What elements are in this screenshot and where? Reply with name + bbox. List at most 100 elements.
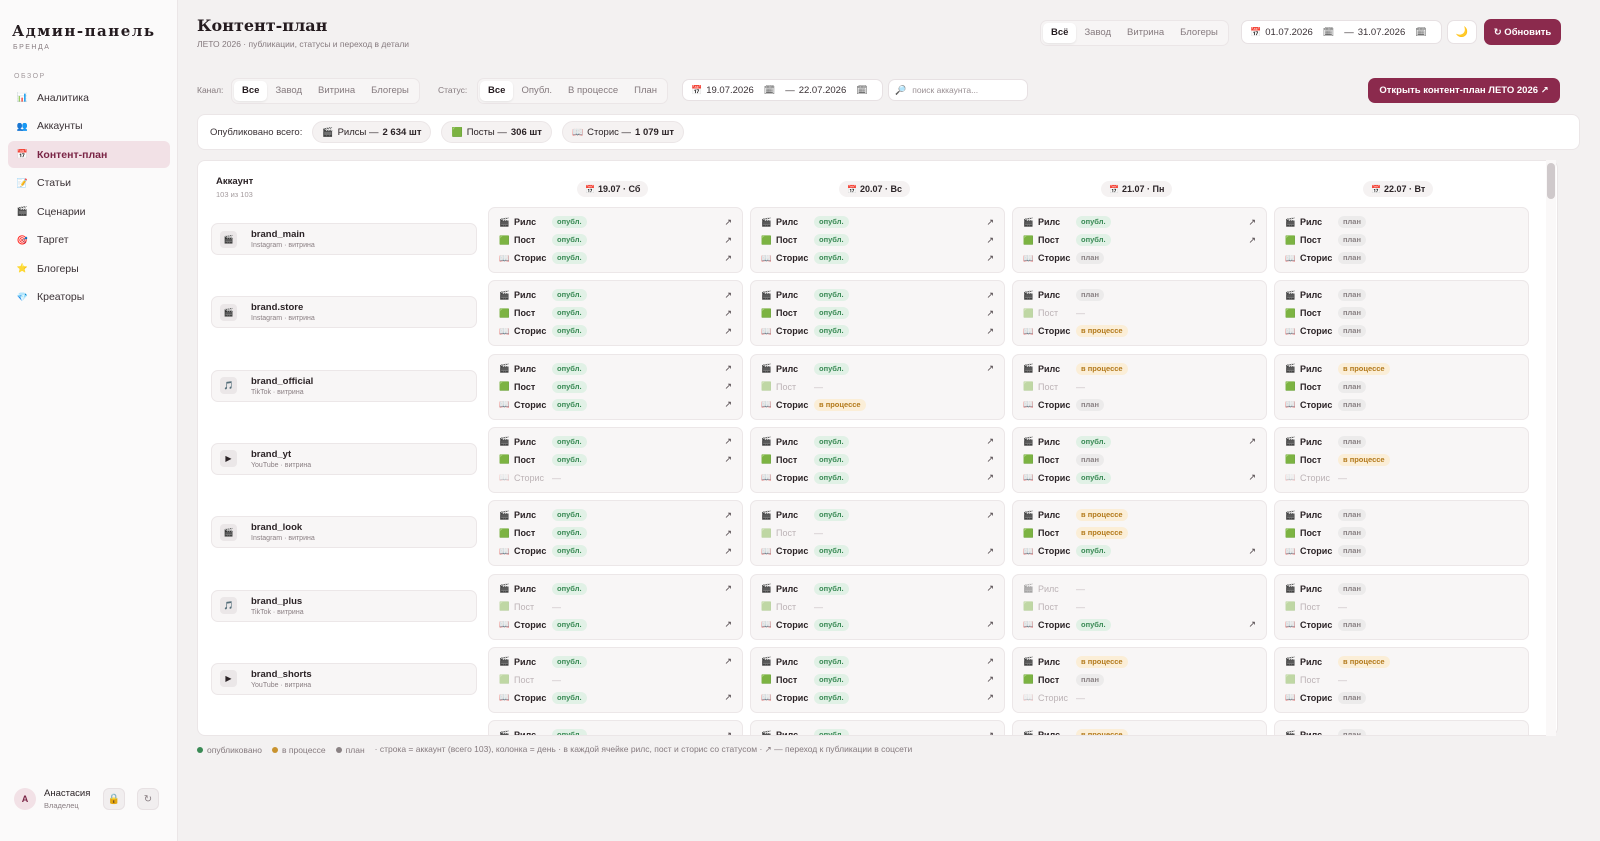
cell-line-Пост[interactable]: 🟩 Пост план: [1285, 231, 1520, 249]
external-link-icon[interactable]: ↗: [724, 692, 732, 703]
cell-line-Сторис[interactable]: 📖 Сторис опубл. ↗: [499, 542, 734, 560]
external-link-icon[interactable]: ↗: [986, 674, 994, 685]
external-link-icon[interactable]: ↗: [986, 510, 994, 521]
cell-line-Рилс[interactable]: 🎬 Рилс в процессе: [1023, 653, 1258, 671]
external-link-icon[interactable]: ↗: [986, 546, 994, 557]
cell-line-Сторис[interactable]: 📖 Сторис план: [1285, 616, 1520, 634]
external-link-icon[interactable]: ↗: [986, 253, 994, 264]
date-picker-icon[interactable]: 🗓: [1323, 27, 1334, 38]
scroll-track[interactable]: [1546, 160, 1556, 736]
cell-line-Рилс[interactable]: 🎬 Рилс опубл. ↗: [499, 286, 734, 304]
cell-line-Сторис[interactable]: 📖 Сторис опубл. ↗: [499, 249, 734, 267]
cell-line-Рилс[interactable]: 🎬 Рилс опубл. ↗: [1023, 213, 1258, 231]
cell-line-Рилс[interactable]: 🎬 Рилс опубл. ↗: [499, 360, 734, 378]
scope-tab-2[interactable]: Витрина: [1119, 23, 1172, 43]
search-input[interactable]: 🔎 поиск аккаунта...: [888, 79, 1028, 101]
external-link-icon[interactable]: ↗: [724, 326, 732, 337]
account-card[interactable]: 🎵 brand_official TikTok · витрина: [211, 369, 477, 402]
sidebar-item-scenarios[interactable]: 🎬 Сценарии: [8, 198, 170, 225]
external-link-icon[interactable]: ↗: [724, 363, 732, 374]
external-link-icon[interactable]: ↗: [724, 619, 732, 630]
external-link-icon[interactable]: ↗: [986, 656, 994, 667]
cell-line-Рилс[interactable]: 🎬 Рилс план: [1023, 286, 1258, 304]
cell-line-Рилс[interactable]: 🎬 Рилс план: [1285, 726, 1520, 735]
filter-date-from[interactable]: 19.07.2026: [706, 85, 754, 96]
cell-line-Рилс[interactable]: 🎬 Рилс в процессе: [1023, 360, 1258, 378]
external-link-icon[interactable]: ↗: [986, 583, 994, 594]
external-link-icon[interactable]: ↗: [724, 253, 732, 264]
date-picker-icon[interactable]: 🗓: [764, 85, 775, 96]
external-link-icon[interactable]: ↗: [986, 308, 994, 319]
external-link-icon[interactable]: ↗: [724, 528, 732, 539]
cell-line-Пост[interactable]: 🟩 Пост в процессе: [1023, 524, 1258, 542]
cell-line-Пост[interactable]: 🟩 Пост опубл. ↗: [761, 451, 996, 469]
external-link-icon[interactable]: ↗: [1248, 235, 1256, 246]
cell-line-Сторис[interactable]: 📖 Сторис опубл. ↗: [499, 396, 734, 414]
external-link-icon[interactable]: ↗: [986, 730, 994, 735]
cell-line-Рилс[interactable]: 🎬 Рилс опубл. ↗: [499, 506, 734, 524]
open-content-plan-button[interactable]: Открыть контент-план ЛЕТО 2026 ↗: [1368, 78, 1560, 103]
external-link-icon[interactable]: ↗: [724, 546, 732, 557]
external-link-icon[interactable]: ↗: [986, 454, 994, 465]
external-link-icon[interactable]: ↗: [724, 436, 732, 447]
header-date-to[interactable]: 31.07.2026: [1358, 27, 1406, 38]
sidebar-item-articles[interactable]: 📝 Статьи: [8, 170, 170, 197]
cell-line-Пост[interactable]: 🟩 Пост опубл. ↗: [499, 231, 734, 249]
external-link-icon[interactable]: ↗: [724, 381, 732, 392]
external-link-icon[interactable]: ↗: [724, 290, 732, 301]
refresh-button[interactable]: ↻ Обновить: [1484, 19, 1561, 45]
channel-tab-1[interactable]: Завод: [267, 81, 310, 101]
status-tab-2[interactable]: В процессе: [560, 81, 626, 101]
cell-line-Пост[interactable]: 🟩 Пост опубл. ↗: [499, 378, 734, 396]
cell-line-Пост[interactable]: 🟩 Пост опубл. ↗: [499, 524, 734, 542]
external-link-icon[interactable]: ↗: [1248, 619, 1256, 630]
cell-line-Сторис[interactable]: 📖 Сторис опубл. ↗: [761, 469, 996, 487]
account-card[interactable]: 🎬 brand_main Instagram · витрина: [211, 223, 477, 255]
external-link-icon[interactable]: ↗: [986, 363, 994, 374]
sidebar-item-target[interactable]: 🎯 Таргет: [8, 227, 170, 254]
external-link-icon[interactable]: ↗: [986, 472, 994, 483]
cell-line-Рилс[interactable]: 🎬 Рилс опубл. ↗: [499, 653, 734, 671]
external-link-icon[interactable]: ↗: [724, 510, 732, 521]
channel-tab-2[interactable]: Витрина: [310, 81, 363, 101]
status-tab-3[interactable]: План: [626, 81, 665, 101]
cell-line-Сторис[interactable]: 📖 Сторис план: [1023, 396, 1258, 414]
external-link-icon[interactable]: ↗: [724, 583, 732, 594]
cell-line-Сторис[interactable]: 📖 Сторис план: [1285, 249, 1520, 267]
cell-line-Рилс[interactable]: 🎬 Рилс опубл. ↗: [761, 726, 996, 735]
external-link-icon[interactable]: ↗: [724, 730, 732, 735]
cell-line-Пост[interactable]: 🟩 Пост в процессе: [1285, 451, 1520, 469]
cell-line-Сторис[interactable]: 📖 Сторис план: [1285, 689, 1520, 707]
external-link-icon[interactable]: ↗: [724, 656, 732, 667]
status-tab-0[interactable]: Все: [480, 81, 514, 101]
date-picker-icon[interactable]: 🗓: [1415, 27, 1426, 38]
scope-tab-1[interactable]: Завод: [1076, 23, 1119, 43]
external-link-icon[interactable]: ↗: [986, 217, 994, 228]
channel-tab-3[interactable]: Блогеры: [363, 81, 417, 101]
cell-line-Рилс[interactable]: 🎬 Рилс опубл. ↗: [761, 506, 996, 524]
sidebar-item-accounts[interactable]: 👥 Аккаунты: [8, 113, 170, 140]
theme-toggle-icon[interactable]: 🌙: [1447, 20, 1477, 44]
cell-line-Рилс[interactable]: 🎬 Рилс опубл. ↗: [761, 360, 996, 378]
cell-line-Рилс[interactable]: 🎬 Рилс в процессе: [1285, 653, 1520, 671]
logout-icon[interactable]: ↻: [137, 788, 159, 810]
cell-line-Рилс[interactable]: 🎬 Рилс в процессе: [1285, 360, 1520, 378]
cell-line-Сторис[interactable]: 📖 Сторис в процессе: [1023, 322, 1258, 340]
cell-line-Сторис[interactable]: 📖 Сторис опубл. ↗: [761, 249, 996, 267]
external-link-icon[interactable]: ↗: [724, 217, 732, 228]
cell-line-Рилс[interactable]: 🎬 Рилс опубл. ↗: [499, 433, 734, 451]
header-date-range[interactable]: 📅 01.07.2026 🗓 — 31.07.2026 🗓: [1241, 20, 1442, 44]
cell-line-Рилс[interactable]: 🎬 Рилс план: [1285, 286, 1520, 304]
sidebar-item-bloggers[interactable]: ⭐ Блогеры: [8, 255, 170, 282]
cell-line-Рилс[interactable]: 🎬 Рилс опубл. ↗: [761, 580, 996, 598]
header-date-from[interactable]: 01.07.2026: [1265, 27, 1313, 38]
cell-line-Пост[interactable]: 🟩 Пост опубл. ↗: [499, 304, 734, 322]
cell-line-Рилс[interactable]: 🎬 Рилс в процессе: [1023, 726, 1258, 735]
external-link-icon[interactable]: ↗: [986, 326, 994, 337]
cell-line-Рилс[interactable]: 🎬 Рилс план: [1285, 506, 1520, 524]
cell-line-Рилс[interactable]: 🎬 Рилс опубл. ↗: [761, 213, 996, 231]
external-link-icon[interactable]: ↗: [986, 436, 994, 447]
cell-line-Сторис[interactable]: 📖 Сторис опубл. ↗: [761, 616, 996, 634]
sidebar-item-creators[interactable]: 💎 Креаторы: [8, 284, 170, 311]
cell-line-Рилс[interactable]: 🎬 Рилс в процессе: [1023, 506, 1258, 524]
